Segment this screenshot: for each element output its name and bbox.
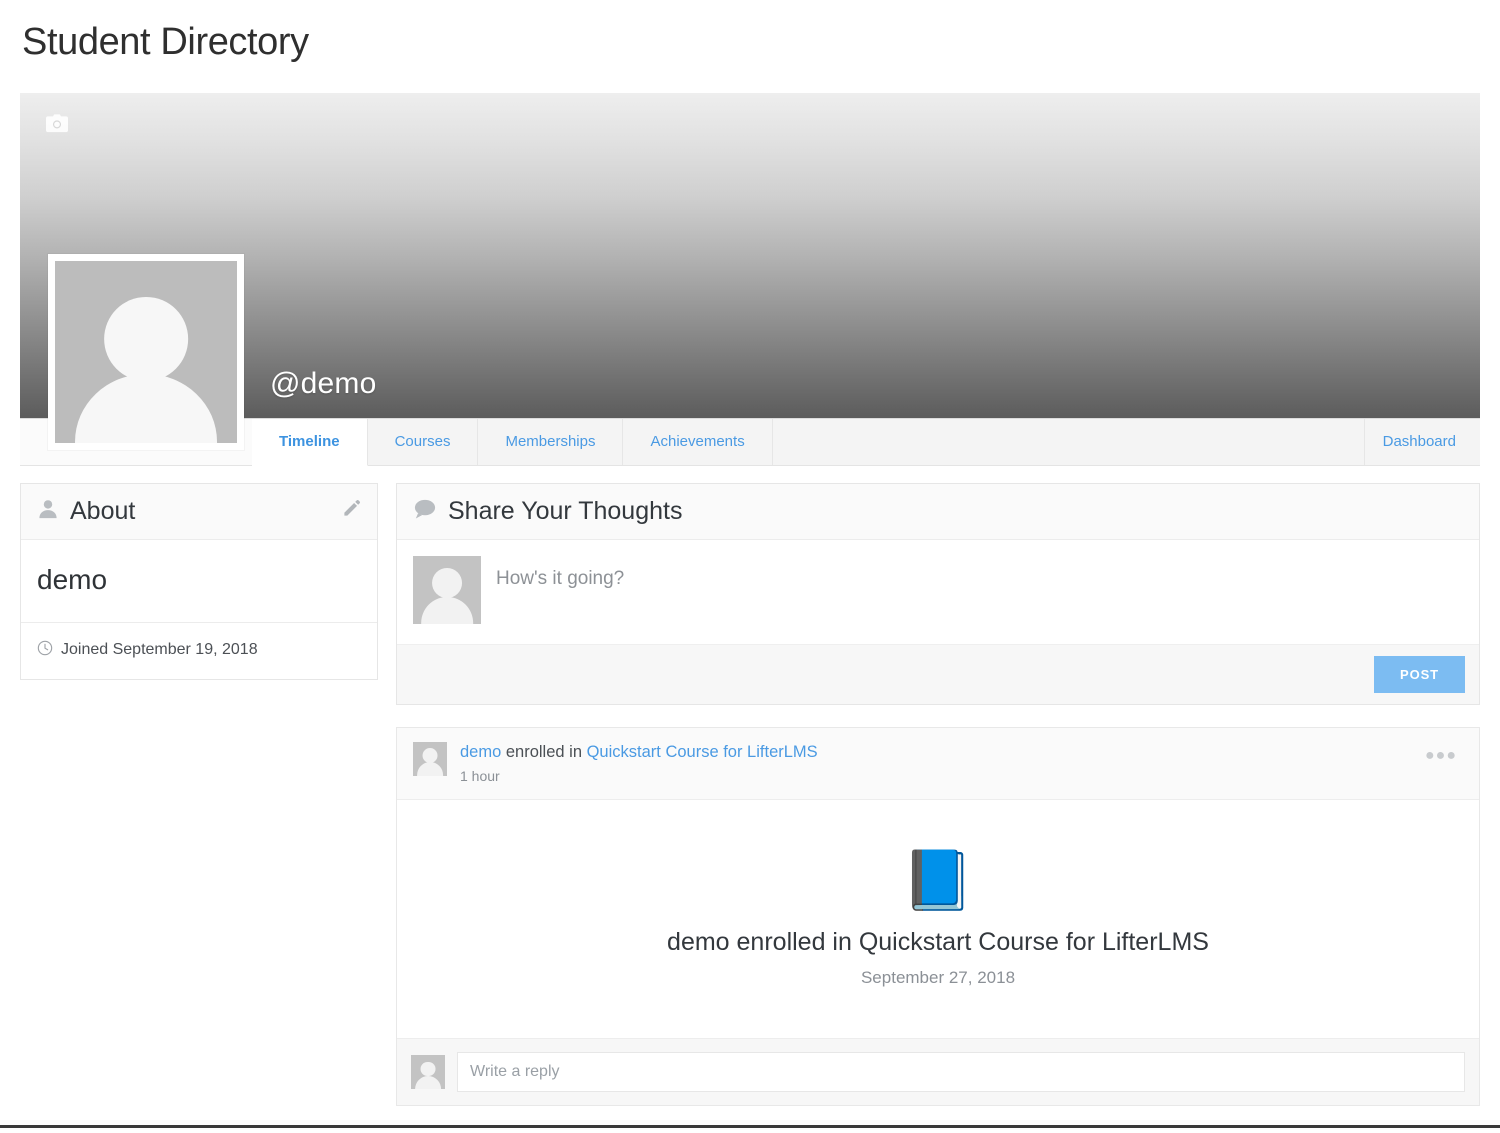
comment-bubble-icon <box>413 498 437 525</box>
activity-actor-link[interactable]: demo <box>460 743 501 761</box>
share-box-title: Share Your Thoughts <box>448 496 683 525</box>
share-avatar <box>413 555 481 624</box>
tab-achievements[interactable]: Achievements <box>623 418 773 465</box>
activity-item: demo enrolled in Quickstart Course for L… <box>396 726 1480 1107</box>
share-box-footer: POST <box>397 643 1479 704</box>
tab-achievements-label: Achievements <box>650 433 745 451</box>
share-avatar-body-shape <box>421 596 473 624</box>
activity-item-header: demo enrolled in Quickstart Course for L… <box>397 727 1479 801</box>
tab-bar-spacer <box>772 418 1365 465</box>
profile-header: @demo Timeline Courses Memberships Achie… <box>20 92 1480 466</box>
clock-icon <box>37 640 53 661</box>
activity-action-text: enrolled in <box>501 742 587 761</box>
reply-avatar-head-shape <box>420 1061 436 1077</box>
share-avatar-head-shape <box>432 568 462 598</box>
activity-object-link[interactable]: Quickstart Course for LifterLMS <box>587 743 818 761</box>
about-joined-row: Joined September 19, 2018 <box>21 623 377 679</box>
tab-memberships-label: Memberships <box>505 433 596 451</box>
tab-memberships[interactable]: Memberships <box>478 418 624 465</box>
reply-input[interactable] <box>457 1052 1465 1093</box>
share-box: Share Your Thoughts How's it going? POST <box>396 482 1480 705</box>
activity-timestamp: 1 hour <box>460 768 500 785</box>
page-bottom-divider <box>0 1125 1500 1128</box>
share-box-body[interactable]: How's it going? <box>397 539 1479 644</box>
reply-avatar-body-shape <box>415 1075 441 1090</box>
about-joined-text: Joined September 19, 2018 <box>61 641 258 659</box>
activity-avatar-body-shape <box>417 762 443 776</box>
reply-bar <box>397 1038 1479 1106</box>
avatar[interactable] <box>48 253 244 450</box>
sidebar-column: About demo Joined September 19, 2018 <box>20 482 378 680</box>
activity-content-title: demo enrolled in Quickstart Course for L… <box>667 928 1209 957</box>
tab-courses-label: Courses <box>394 433 451 451</box>
main-content: About demo Joined September 19, 2018 Sha… <box>20 482 1480 1107</box>
tab-timeline[interactable]: Timeline <box>252 418 368 466</box>
blue-book-icon: 📘 <box>901 848 975 914</box>
about-display-name: demo <box>21 540 377 623</box>
avatar-placeholder-image <box>55 260 237 443</box>
activity-stream-column: Share Your Thoughts How's it going? POST <box>396 482 1480 1107</box>
about-panel-title: About <box>70 496 136 525</box>
page-title: Student Directory <box>22 21 309 63</box>
reply-avatar <box>411 1055 445 1090</box>
activity-meta-line: demo enrolled in Quickstart Course for L… <box>460 742 818 763</box>
activity-avatar-head-shape <box>422 747 438 763</box>
dashboard-link-label: Dashboard <box>1382 433 1456 451</box>
share-textarea-placeholder[interactable]: How's it going? <box>496 556 1463 644</box>
about-panel: About demo Joined September 19, 2018 <box>20 482 378 680</box>
ellipsis-icon[interactable]: ●●● <box>1425 747 1457 764</box>
avatar-body-shape <box>75 373 217 443</box>
dashboard-link[interactable]: Dashboard <box>1364 418 1480 465</box>
tab-timeline-label: Timeline <box>279 433 340 451</box>
post-button[interactable]: POST <box>1374 655 1465 693</box>
camera-icon[interactable] <box>44 111 70 137</box>
activity-content-date: September 27, 2018 <box>860 968 1016 988</box>
activity-meta: demo enrolled in Quickstart Course for L… <box>460 742 818 785</box>
profile-username: @demo <box>270 366 377 400</box>
activity-item-body: 📘 demo enrolled in Quickstart Course for… <box>397 800 1479 1039</box>
avatar-head-shape <box>104 297 188 381</box>
tab-courses[interactable]: Courses <box>367 418 479 465</box>
about-panel-header: About <box>21 483 377 540</box>
user-icon <box>37 498 59 525</box>
share-box-header: Share Your Thoughts <box>397 483 1479 540</box>
pencil-icon[interactable] <box>342 499 361 523</box>
activity-author-avatar[interactable] <box>413 741 447 776</box>
